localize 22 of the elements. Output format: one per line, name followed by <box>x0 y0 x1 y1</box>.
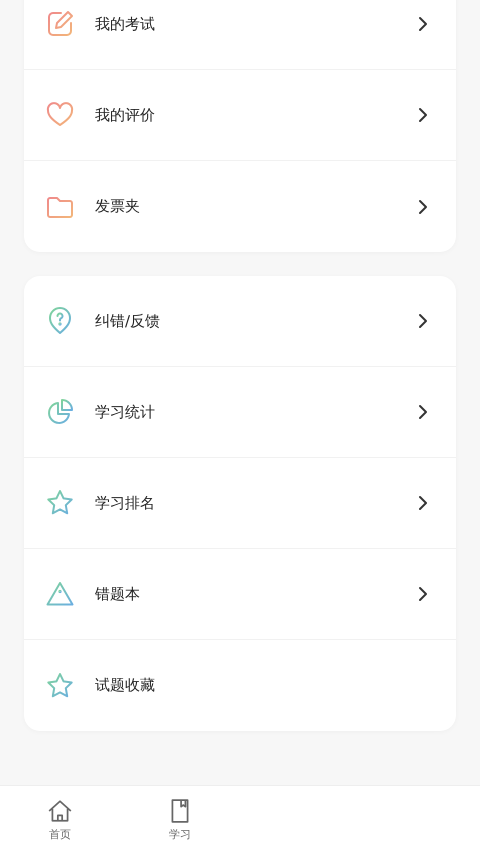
menu-item[interactable]: 纠错/反馈 <box>24 276 456 367</box>
menu-item[interactable]: 学习排名 <box>24 458 456 549</box>
star-icon <box>45 670 75 700</box>
menu-label: 我的评价 <box>95 106 156 124</box>
menu-label: 学习统计 <box>95 402 156 422</box>
menu-item[interactable]: 学习统计 <box>24 367 456 458</box>
tab-bar-item[interactable]: 学习 <box>120 786 240 853</box>
pie-chart-icon <box>45 397 75 427</box>
menu-item[interactable]: 我的评价 <box>24 70 456 161</box>
pencil-square-icon <box>45 9 75 39</box>
menu-item[interactable]: 错题本 <box>24 549 456 640</box>
home-icon <box>47 798 73 824</box>
menu-label: 错题本 <box>95 584 141 604</box>
menu-label: 学习排名 <box>95 494 156 512</box>
menu-item[interactable]: 发票夹 <box>24 161 456 252</box>
menu-item[interactable]: 试题收藏 <box>24 640 456 731</box>
menu-label: 发票夹 <box>95 197 141 216</box>
menu-label: 试题收藏 <box>95 676 156 695</box>
menu-item[interactable]: 我的考试 <box>24 0 456 70</box>
menu-label: 纠错/反馈 <box>95 312 162 330</box>
menu-label: 我的考试 <box>95 14 156 34</box>
tab-bar-item[interactable]: 首页 <box>0 786 120 853</box>
